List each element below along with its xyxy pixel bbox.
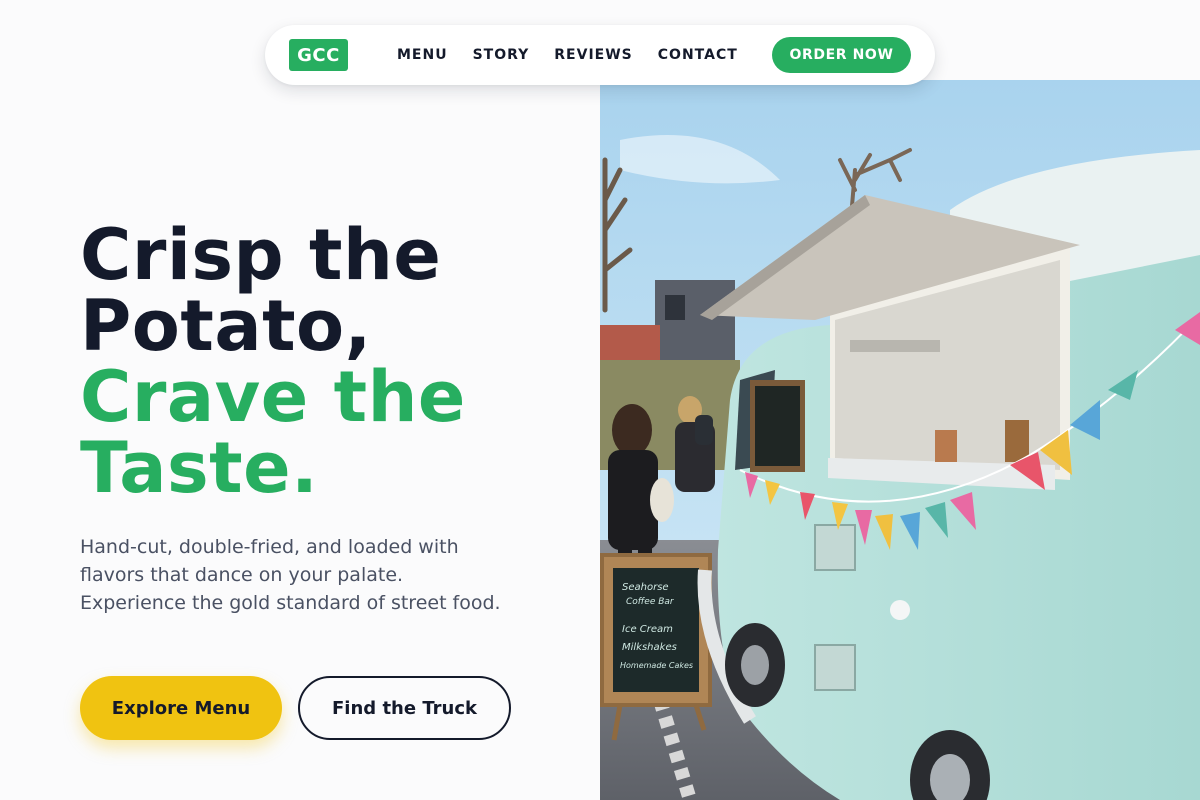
nav-links: MENU STORY REVIEWS CONTACT — [397, 25, 763, 85]
chalkboard-line-2: Coffee Bar — [626, 597, 675, 607]
nav-link-menu[interactable]: MENU — [397, 47, 448, 63]
hero-title-accent-line-2: Taste. — [80, 427, 319, 509]
order-now-button[interactable]: ORDER NOW — [772, 37, 911, 73]
nav-link-contact[interactable]: CONTACT — [658, 47, 738, 63]
hero-text-block: Crisp the Potato, Crave the Taste. — [80, 220, 580, 504]
hero-title-accent-line-1: Crave the — [80, 356, 466, 438]
nav-link-story[interactable]: STORY — [473, 47, 530, 63]
nav-link-reviews[interactable]: REVIEWS — [554, 47, 632, 63]
top-navbar: GCC MENU STORY REVIEWS CONTACT ORDER NOW — [265, 25, 935, 85]
hero-title: Crisp the Potato, Crave the Taste. — [80, 220, 580, 504]
find-truck-button[interactable]: Find the Truck — [298, 676, 511, 740]
hero-subtitle: Hand-cut, double-fried, and loaded with … — [80, 536, 501, 614]
food-truck-photo: Seahorse Coffee Bar Ice Cream Milkshakes… — [600, 80, 1200, 800]
brand-logo[interactable]: GCC — [289, 39, 348, 71]
food-truck-illustration: Seahorse Coffee Bar Ice Cream Milkshakes… — [600, 80, 1200, 800]
side-mirror — [695, 415, 713, 445]
explore-menu-button[interactable]: Explore Menu — [80, 676, 282, 740]
house-window — [665, 295, 685, 320]
hero-title-line-2: Potato, — [80, 285, 372, 367]
chalkboard-line-4: Milkshakes — [622, 642, 677, 653]
chalkboard-line-1: Seahorse — [622, 582, 669, 593]
hero-title-line-1: Crisp the — [80, 214, 442, 296]
chalkboard-line-3: Ice Cream — [622, 624, 673, 635]
chalkboard-line-5: Homemade Cakes — [620, 661, 693, 670]
